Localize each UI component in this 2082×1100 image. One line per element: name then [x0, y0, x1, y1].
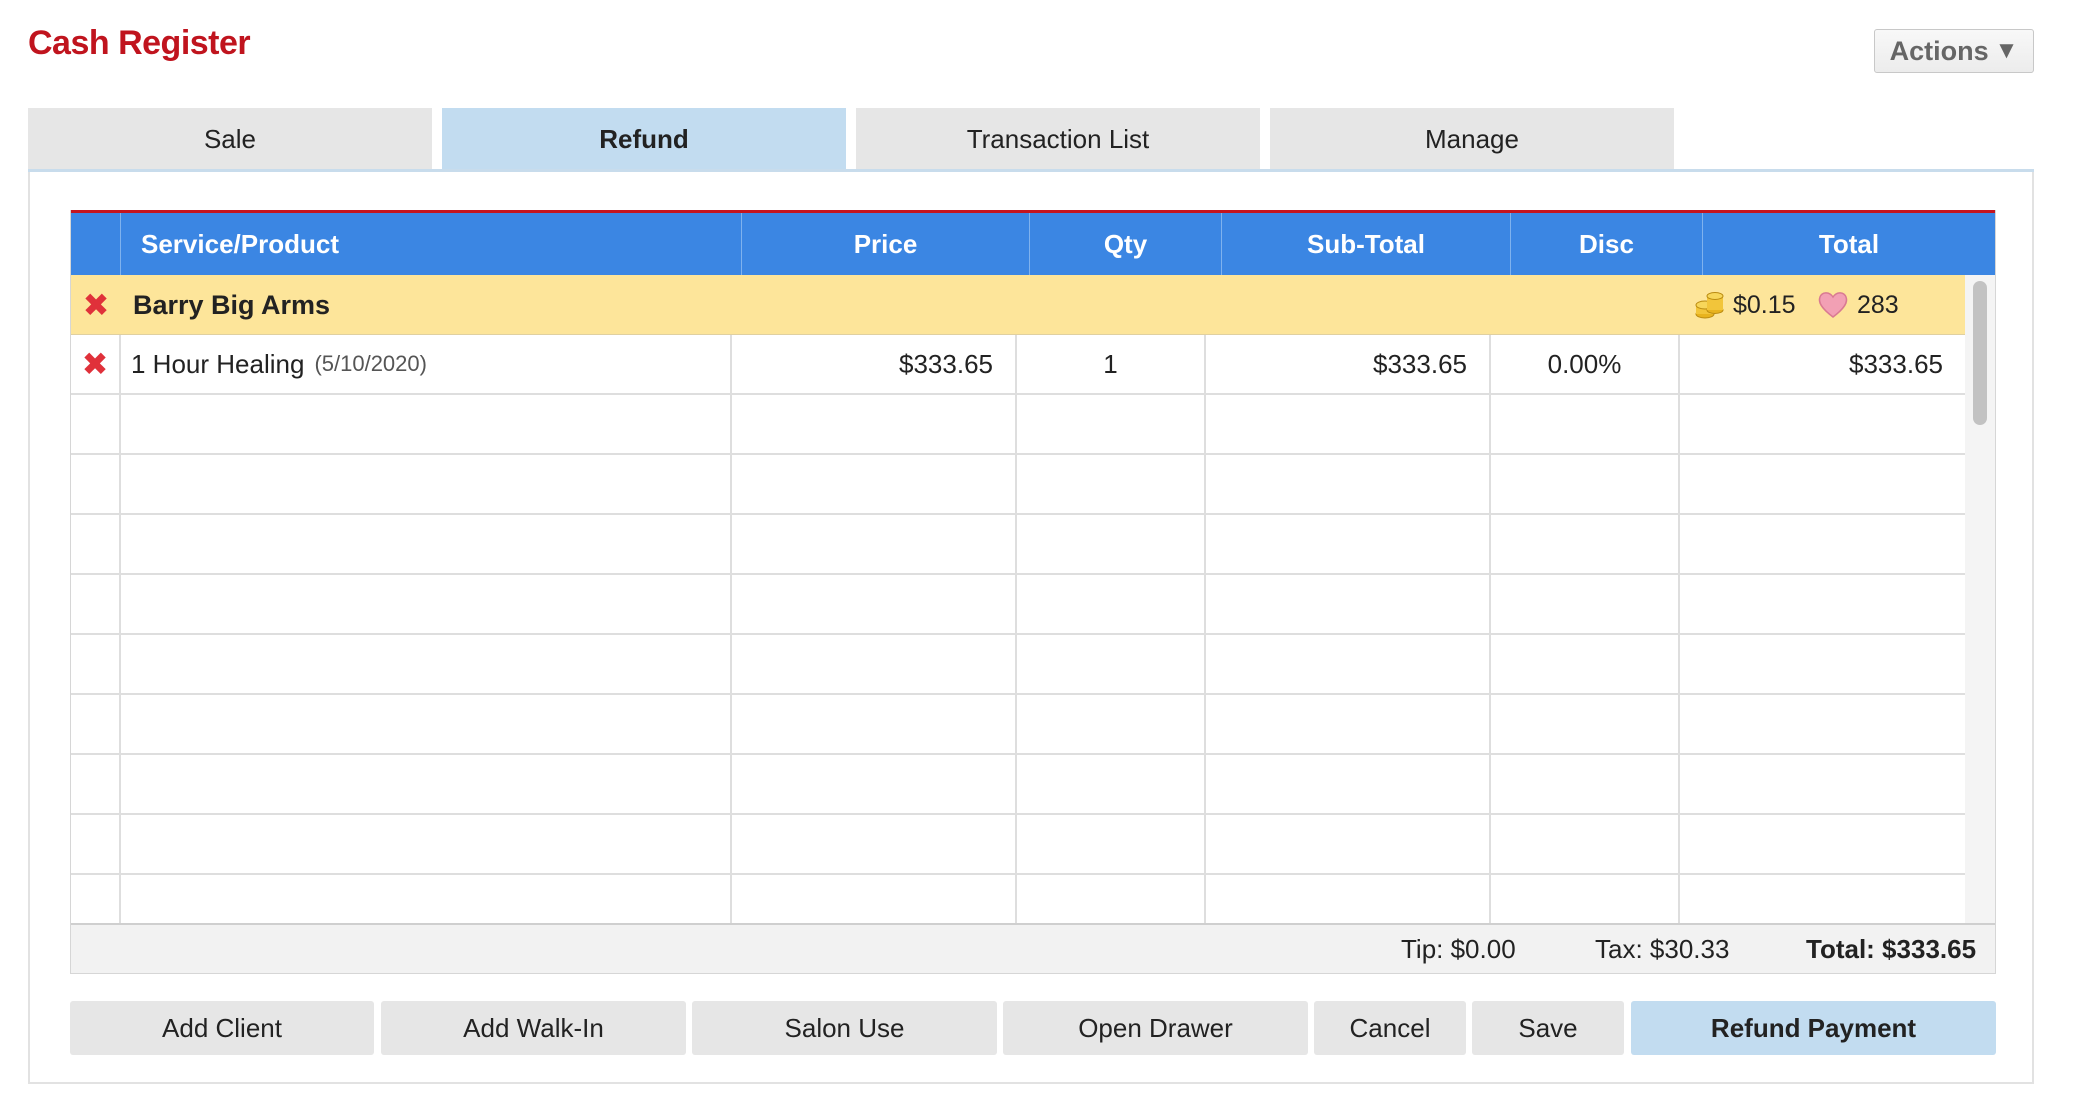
totals-footer: Tip: $0.00 Tax: $30.33 Total: $333.65: [71, 923, 1995, 974]
client-credit-value: $0.15: [1733, 290, 1796, 319]
client-credit: $0.15: [1695, 275, 1796, 335]
client-loyalty: 283: [1817, 275, 1899, 335]
remove-client-button[interactable]: ✖: [81, 275, 111, 335]
page-title: Cash Register: [28, 24, 251, 62]
tax-amount: Tax: $30.33: [1595, 934, 1730, 964]
line-items-grid: Service/Product Price Qty Sub-Total Disc…: [70, 210, 1996, 974]
client-loyalty-value: 283: [1857, 290, 1899, 319]
empty-row: [71, 395, 1965, 455]
item-price[interactable]: $333.65: [732, 335, 1017, 393]
add-walk-in-button[interactable]: Add Walk-In: [381, 1001, 686, 1055]
empty-row: [71, 575, 1965, 635]
client-row[interactable]: ✖ Barry Big Arms $0.15 283: [71, 275, 1965, 335]
tab-sale[interactable]: Sale: [28, 108, 432, 170]
coins-icon: [1695, 292, 1724, 319]
empty-row: [71, 635, 1965, 695]
header-sub-total: Sub-Total: [1222, 213, 1511, 275]
empty-row: [71, 455, 1965, 515]
tab-manage[interactable]: Manage: [1270, 108, 1674, 170]
remove-x-icon: ✖: [82, 287, 110, 323]
tab-refund[interactable]: Refund: [442, 108, 846, 170]
empty-row: [71, 515, 1965, 575]
tab-transaction-list[interactable]: Transaction List: [856, 108, 1260, 170]
actions-label: Actions: [1889, 35, 1989, 66]
refund-payment-button[interactable]: Refund Payment: [1631, 1001, 1996, 1055]
empty-row: [71, 875, 1965, 923]
triangle-down-icon: ▼: [1994, 37, 2019, 64]
empty-row: [71, 695, 1965, 755]
heart-icon: [1818, 292, 1848, 318]
header-total: Total: [1818, 228, 1880, 259]
item-qty[interactable]: 1: [1017, 335, 1206, 393]
scrollbar-thumb[interactable]: [1973, 281, 1987, 425]
remove-x-icon: ✖: [81, 346, 109, 382]
item-service-cell: 1 Hour Healing (5/10/2020): [121, 335, 732, 393]
client-name: Barry Big Arms: [133, 289, 331, 320]
item-total: $333.65: [1849, 348, 1943, 379]
save-button[interactable]: Save: [1472, 1001, 1624, 1055]
header-service-product: Service/Product: [121, 213, 742, 275]
actions-button[interactable]: Actions ▼: [1874, 29, 2034, 73]
empty-row: [71, 815, 1965, 875]
grid-scrollbar[interactable]: [1965, 275, 1995, 923]
salon-use-button[interactable]: Salon Use: [692, 1001, 997, 1055]
item-subtotal: $333.65: [1206, 335, 1491, 393]
remove-item-button[interactable]: ✖: [71, 335, 121, 393]
cancel-button[interactable]: Cancel: [1314, 1001, 1466, 1055]
header-disc: Disc: [1511, 213, 1703, 275]
item-name: 1 Hour Healing: [131, 348, 305, 379]
grid-header: Service/Product Price Qty Sub-Total Disc…: [71, 213, 1995, 275]
empty-row: [71, 755, 1965, 815]
header-qty: Qty: [1030, 213, 1222, 275]
grand-total: Total: $333.65: [1806, 934, 1977, 964]
table-row[interactable]: ✖ 1 Hour Healing (5/10/2020) $333.65 1 $…: [71, 335, 1965, 395]
add-client-button[interactable]: Add Client: [70, 1001, 374, 1055]
header-remove-col: [71, 213, 121, 275]
open-drawer-button[interactable]: Open Drawer: [1003, 1001, 1308, 1055]
item-date: (5/10/2020): [314, 351, 427, 376]
tip-amount: Tip: $0.00: [1401, 934, 1516, 964]
grid-body: ✖ Barry Big Arms $0.15 283 ✖ 1 Hour Heal…: [71, 275, 1965, 923]
item-disc[interactable]: 0.00%: [1491, 335, 1680, 393]
header-price: Price: [742, 213, 1030, 275]
